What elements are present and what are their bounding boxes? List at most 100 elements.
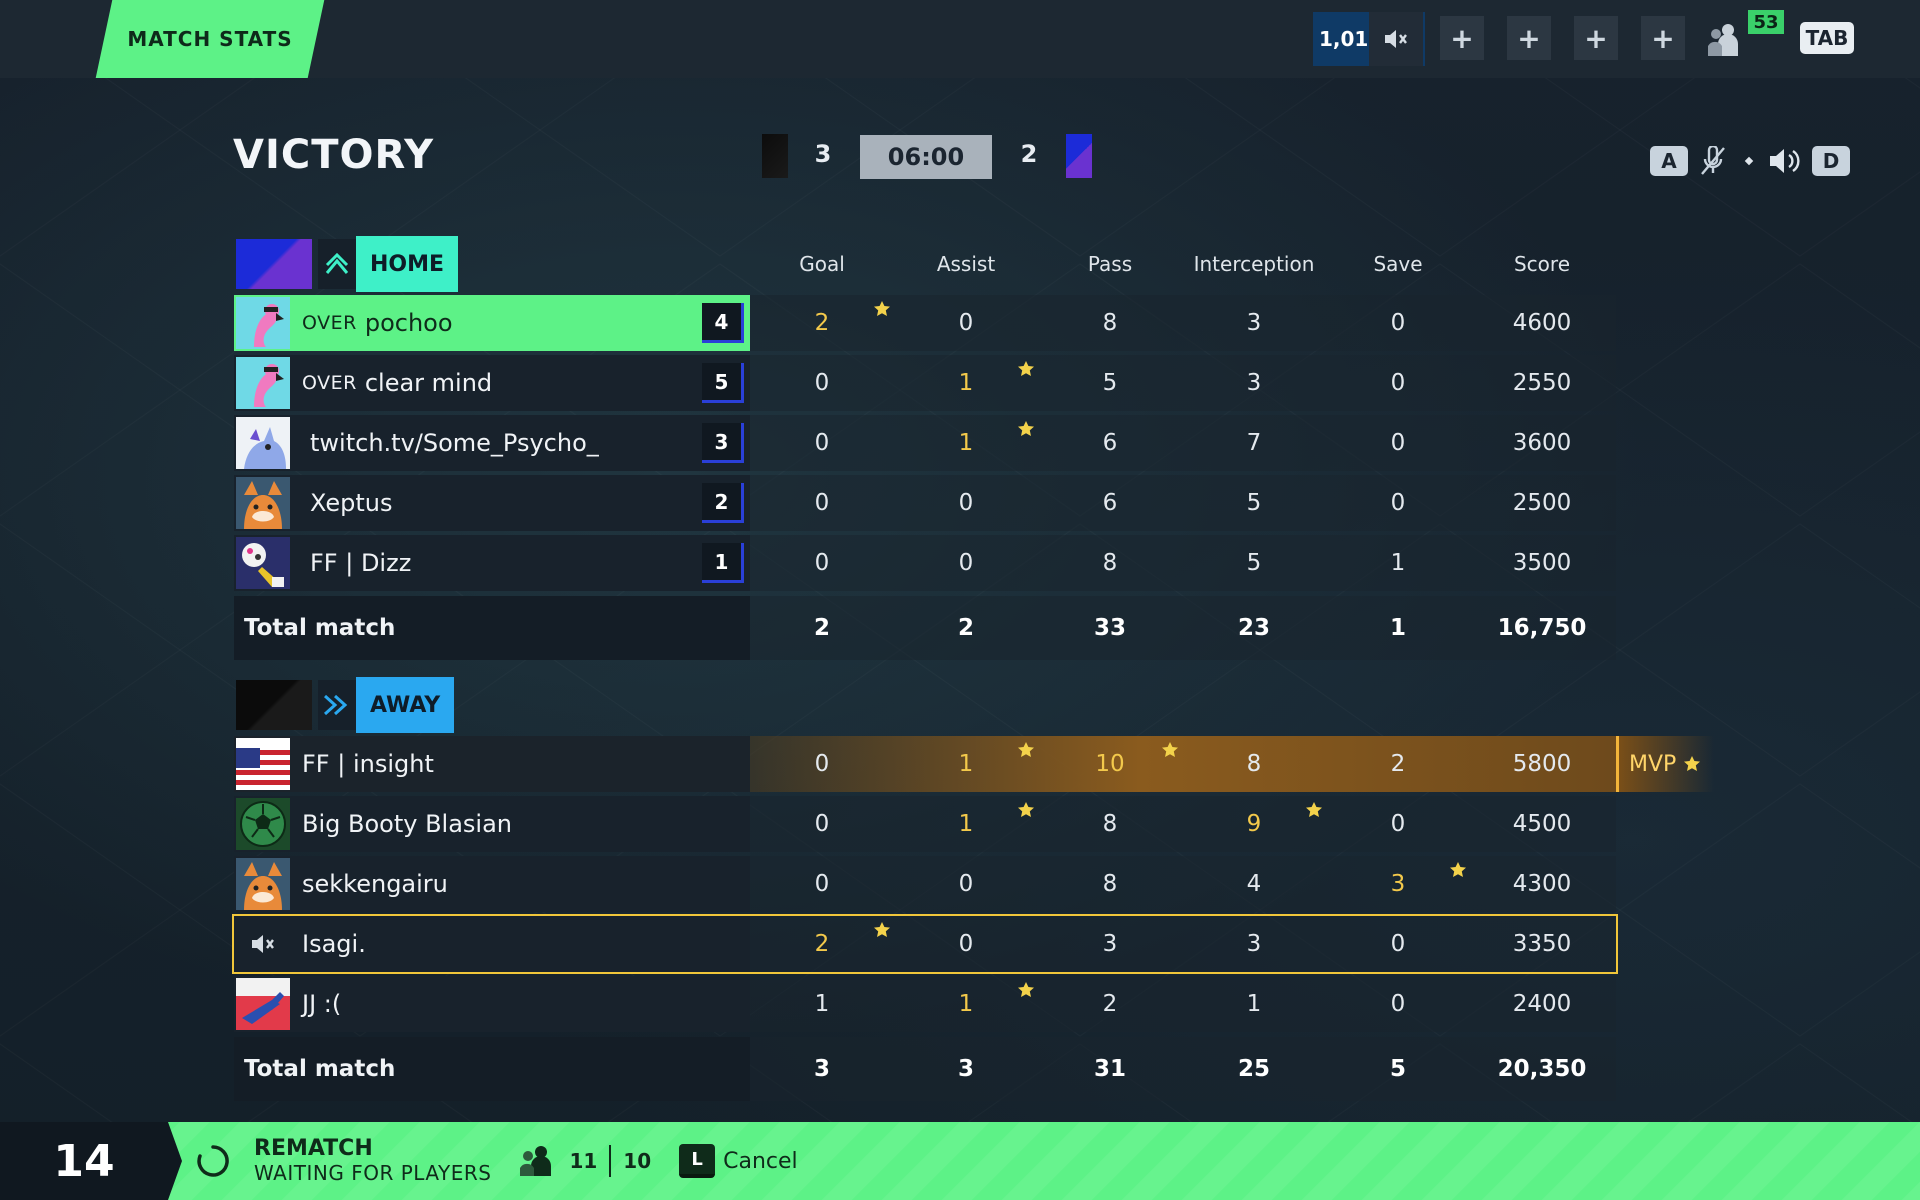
table-row[interactable]: Big Booty Blasian 0 1 8 9 0 4500 [234, 796, 1616, 852]
player-name: FF | Dizz [310, 549, 412, 577]
away-team-label: AWAY [356, 677, 455, 733]
table-row[interactable]: twitch.tv/Some_Psycho_ 3 0 1 6 7 0 3600 [234, 415, 1616, 471]
stat-score: 2500 [1512, 490, 1572, 516]
table-row[interactable]: FF | Dizz 1 0 0 8 5 1 3500 [234, 535, 1616, 591]
cancel-button[interactable]: L Cancel [679, 1144, 798, 1178]
table-row-selected[interactable]: Isagi. 2 0 3 3 0 3350 [232, 914, 1618, 974]
table-row[interactable]: sekkengairu 0 0 8 4 3 4300 [234, 856, 1616, 912]
stat-assist: 1 [958, 751, 974, 777]
total-score: 16,750 [1497, 615, 1587, 641]
key-l-hint: L [679, 1144, 716, 1178]
stat-pass: 8 [1102, 310, 1118, 336]
stat-score: 4500 [1512, 811, 1572, 837]
stat-save: 0 [1390, 811, 1406, 837]
stat-assist: 0 [958, 871, 974, 897]
star-icon [1018, 982, 1034, 997]
stat-pass: 8 [1102, 550, 1118, 576]
player-name: clear mind [364, 369, 493, 397]
avatar [236, 297, 290, 349]
stat-goal: 0 [814, 430, 830, 456]
stat-goal: 0 [814, 550, 830, 576]
col-interception: Interception [1193, 252, 1315, 276]
avatar [236, 357, 290, 409]
stat-goal: 1 [814, 991, 830, 1017]
star-icon [1018, 802, 1034, 817]
star-icon [1018, 361, 1034, 376]
chevron-up-icon [325, 253, 349, 274]
table-row[interactable]: OVER clear mind 5 0 1 5 3 0 2550 [234, 355, 1616, 411]
stat-goal: 0 [814, 751, 830, 777]
stat-score: 3600 [1512, 430, 1572, 456]
currency-display: 1,017 [1313, 12, 1425, 66]
stat-interception: 7 [1246, 430, 1262, 456]
stat-interception: 4 [1246, 871, 1262, 897]
player-name: Xeptus [310, 489, 393, 517]
star-icon [1306, 802, 1322, 817]
away-team-color [236, 680, 312, 730]
rematch-countdown: 14 [0, 1122, 168, 1200]
avatar [236, 738, 290, 790]
stat-assist: 0 [958, 490, 974, 516]
table-row[interactable]: OVER pochoo 4 2 0 8 3 0 4600 [234, 295, 1616, 351]
party-slot-3-button[interactable]: + [1574, 16, 1618, 60]
player-name: FF | insight [302, 750, 434, 778]
player-prefix: OVER [302, 372, 357, 394]
voice-controls: A D [1650, 146, 1850, 176]
key-a-hint[interactable]: A [1650, 146, 1688, 176]
table-row[interactable]: JJ :( 1 1 2 1 0 2400 [234, 976, 1616, 1032]
party-slot-1-button[interactable]: + [1440, 16, 1484, 60]
star-icon [874, 301, 890, 316]
col-assist: Assist [936, 252, 996, 276]
match-timer: 06:00 [860, 135, 992, 179]
away-team-header: AWAY [236, 677, 455, 733]
stat-save: 0 [1390, 490, 1406, 516]
stat-assist: 0 [958, 310, 974, 336]
table-row[interactable]: Xeptus 2 0 0 6 5 0 2500 [234, 475, 1616, 531]
stat-interception: 3 [1246, 931, 1262, 957]
party-slot-2-button[interactable]: + [1507, 16, 1551, 60]
friends-icon[interactable] [1704, 22, 1744, 58]
stat-save: 0 [1390, 430, 1406, 456]
loading-spinner-icon [197, 1145, 229, 1177]
player-name: twitch.tv/Some_Psycho_ [310, 429, 599, 457]
plus-icon: + [1450, 21, 1474, 55]
party-slot-4-button[interactable]: + [1641, 16, 1685, 60]
total-pass: 31 [1093, 1056, 1126, 1082]
player-name: Isagi. [302, 930, 366, 958]
stat-goal: 0 [814, 490, 830, 516]
home-team-emblem [318, 239, 356, 289]
star-icon [1162, 742, 1178, 757]
table-row[interactable]: FF | insight 0 1 10 8 2 5800 MVP [234, 736, 1714, 792]
total-label: Total match [244, 1056, 396, 1082]
tab-match-stats[interactable]: MATCH STATS [104, 0, 316, 78]
plus-icon: + [1517, 21, 1541, 55]
total-pass: 33 [1093, 615, 1126, 641]
stat-score: 2550 [1512, 370, 1572, 396]
stat-interception: 1 [1246, 991, 1262, 1017]
mic-muted-icon[interactable] [1696, 146, 1730, 176]
away-total-row: Total match 3 3 31 25 5 20,350 [234, 1037, 1616, 1101]
player-rank-badge: 3 [702, 423, 744, 463]
double-chevron-right-icon [323, 694, 348, 716]
away-score: 2 [1020, 140, 1038, 168]
home-team-label: HOME [356, 236, 459, 292]
away-team-emblem [318, 680, 356, 730]
stat-save: 3 [1390, 871, 1406, 897]
home-score: 3 [814, 140, 832, 168]
key-d-hint[interactable]: D [1812, 146, 1850, 176]
stat-goal: 2 [814, 931, 830, 957]
mute-toggle-button[interactable] [1369, 12, 1423, 66]
col-goal: Goal [799, 252, 845, 276]
rematch-status: REMATCH WAITING FOR PLAYERS 11 10 L Canc… [196, 1122, 798, 1200]
speaker-icon[interactable] [1768, 146, 1802, 176]
home-total-row: Total match 2 2 33 23 1 16,750 [234, 596, 1616, 660]
stat-pass: 5 [1102, 370, 1118, 396]
stat-interception: 8 [1246, 751, 1262, 777]
total-label: Total match [244, 615, 396, 641]
away-team-color-swatch [762, 134, 788, 178]
friends-online-badge: 53 [1748, 10, 1784, 34]
stat-goal: 0 [814, 811, 830, 837]
total-goal: 2 [813, 615, 830, 641]
stat-pass: 3 [1102, 931, 1118, 957]
col-pass: Pass [1087, 252, 1133, 276]
